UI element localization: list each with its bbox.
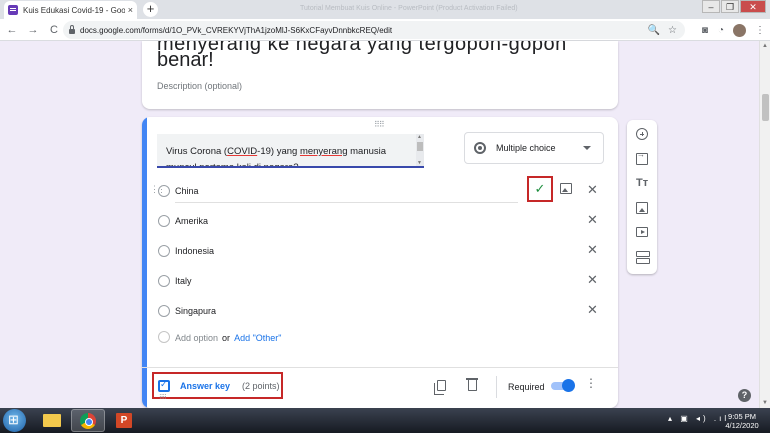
add-image-icon[interactable] — [560, 183, 572, 194]
question-type-dropdown[interactable]: Multiple choice — [464, 132, 604, 164]
add-option-row: Add option or Add "Other" — [175, 333, 281, 343]
form-title-line-2[interactable]: benar! — [157, 49, 214, 72]
lock-icon[interactable] — [69, 25, 75, 34]
scroll-down-icon[interactable]: ▼ — [762, 400, 768, 406]
browser-toolbar: ← → C docs.google.com/forms/d/1O_PVk_CVR… — [0, 19, 770, 41]
option-row[interactable]: ⋮⋮ China ✓ ✕ — [150, 176, 610, 204]
option-underline — [175, 202, 518, 203]
help-icon[interactable]: ? — [738, 389, 751, 402]
file-explorer-icon[interactable] — [35, 409, 69, 432]
card-drag-handle-icon[interactable]: ⠿⠿ — [374, 120, 385, 129]
scroll-thumb[interactable] — [762, 94, 769, 121]
option-label[interactable]: Amerika — [175, 216, 208, 226]
profile-avatar[interactable] — [733, 23, 746, 37]
radio-icon — [158, 185, 170, 197]
add-image-icon[interactable] — [636, 202, 648, 214]
add-question-icon[interactable] — [636, 128, 648, 140]
active-card-accent — [142, 117, 147, 408]
remove-option-icon[interactable]: ✕ — [587, 242, 598, 258]
url-text[interactable]: docs.google.com/forms/d/1O_PVk_CVREKYVjT… — [80, 26, 392, 35]
import-questions-icon[interactable] — [636, 150, 648, 165]
mark-correct-button[interactable]: ✓ — [527, 176, 553, 202]
more-options-icon[interactable] — [585, 377, 597, 389]
new-tab-button[interactable]: + — [143, 2, 158, 17]
checkmark-icon: ✓ — [534, 181, 546, 196]
close-window-button[interactable]: ✕ — [740, 0, 766, 13]
radio-icon — [158, 275, 170, 287]
remove-option-icon[interactable]: ✕ — [587, 212, 598, 228]
radio-icon — [158, 331, 170, 343]
radio-icon — [158, 245, 170, 257]
side-toolbar: Tт — [627, 120, 657, 274]
chrome-icon[interactable] — [71, 409, 105, 432]
points-label: (2 points) — [242, 380, 280, 391]
radio-icon — [158, 305, 170, 317]
answer-key-checkbox-icon — [158, 379, 170, 392]
required-label: Required — [508, 382, 545, 392]
scroll-up-icon[interactable]: ▲ — [762, 43, 768, 49]
google-forms-favicon-icon — [8, 5, 18, 15]
tab-title: Kuis Edukasi Covid-19 - Google F — [23, 5, 125, 15]
delete-icon[interactable] — [466, 378, 478, 391]
remove-option-icon[interactable]: ✕ — [587, 272, 598, 288]
answer-key-button[interactable]: Answer key (2 points) — [152, 372, 283, 399]
question-field-scrollbar[interactable] — [416, 134, 424, 166]
footer-divider — [142, 367, 618, 368]
remove-option-icon[interactable]: ✕ — [587, 302, 598, 318]
taskbar-clock[interactable]: 9:05 PM 4/12/2020 — [720, 412, 764, 430]
powerpoint-icon[interactable] — [107, 409, 141, 432]
chevron-down-icon — [583, 146, 591, 150]
add-other-link[interactable]: Add "Other" — [234, 333, 281, 343]
radio-icon — [158, 215, 170, 227]
add-video-icon[interactable] — [636, 227, 648, 237]
duplicate-icon[interactable] — [434, 380, 446, 395]
option-row[interactable]: Italy ✕ — [150, 270, 610, 294]
search-icon[interactable]: 🔍 — [648, 25, 660, 36]
clock-date: 4/12/2020 — [725, 421, 759, 430]
start-button[interactable] — [3, 409, 26, 432]
maximize-button[interactable]: ❐ — [721, 0, 739, 13]
add-title-icon[interactable]: Tт — [636, 177, 648, 189]
add-section-icon[interactable] — [636, 251, 650, 264]
question-card: ⠿⠿ Virus Corona (COVID-19) yang menyeran… — [142, 117, 618, 408]
page-scrollbar[interactable]: ▲ ▼ — [759, 41, 770, 408]
option-label[interactable]: Singapura — [175, 306, 216, 316]
window-title: Tutorial Membuat Kuis Online - PowerPoin… — [300, 5, 518, 12]
minimize-button[interactable]: – — [702, 0, 720, 13]
back-button[interactable]: ← — [3, 21, 21, 39]
browser-tab-strip: Kuis Edukasi Covid-19 - Google F × + Tut… — [0, 0, 770, 19]
radio-checked-icon — [474, 142, 486, 154]
add-option-button[interactable]: Add option — [175, 333, 218, 343]
option-label[interactable]: Italy — [175, 276, 192, 286]
extension-icon-2[interactable]: ◔ — [718, 25, 724, 36]
browser-tab[interactable]: Kuis Edukasi Covid-19 - Google F × — [4, 1, 137, 19]
resize-handle-icon: ⠿⠿ — [159, 395, 167, 401]
windows-taskbar: ▴ ▣ ◂) .ıl 9:05 PM 4/12/2020 — [0, 408, 770, 433]
form-title-card: menyerang ke negara yang tergopoh-gopoh … — [142, 41, 618, 109]
or-text: or — [222, 333, 231, 343]
description-field[interactable]: Description (optional) — [157, 81, 242, 91]
option-row[interactable]: Singapura ✕ — [150, 300, 610, 324]
question-type-label: Multiple choice — [496, 143, 556, 153]
bookmark-star-icon[interactable]: ☆ — [668, 25, 677, 36]
option-label[interactable]: China — [175, 186, 199, 196]
required-toggle[interactable] — [551, 379, 575, 392]
option-row[interactable]: Indonesia ✕ — [150, 240, 610, 264]
answer-key-label: Answer key — [180, 380, 231, 391]
forward-button[interactable]: → — [24, 21, 42, 39]
footer-separator — [496, 376, 497, 398]
reload-button[interactable]: C — [45, 21, 63, 39]
remove-option-icon[interactable]: ✕ — [587, 182, 598, 198]
tab-close-icon[interactable]: × — [128, 5, 133, 15]
address-bar[interactable]: docs.google.com/forms/d/1O_PVk_CVREKYVjT… — [63, 21, 685, 39]
option-label[interactable]: Indonesia — [175, 246, 214, 256]
clock-time: 9:05 PM — [728, 412, 756, 421]
question-text-field[interactable]: Virus Corona (COVID-19) yang menyerang m… — [157, 134, 424, 168]
window-controls: – ❐ ✕ — [701, 0, 766, 13]
extension-icon[interactable]: ◙ — [702, 25, 708, 36]
question-text[interactable]: Virus Corona (COVID-19) yang menyerang m… — [166, 144, 411, 166]
option-row[interactable]: Amerika ✕ — [150, 210, 610, 234]
browser-menu-icon[interactable]: ⋮ — [755, 25, 765, 36]
